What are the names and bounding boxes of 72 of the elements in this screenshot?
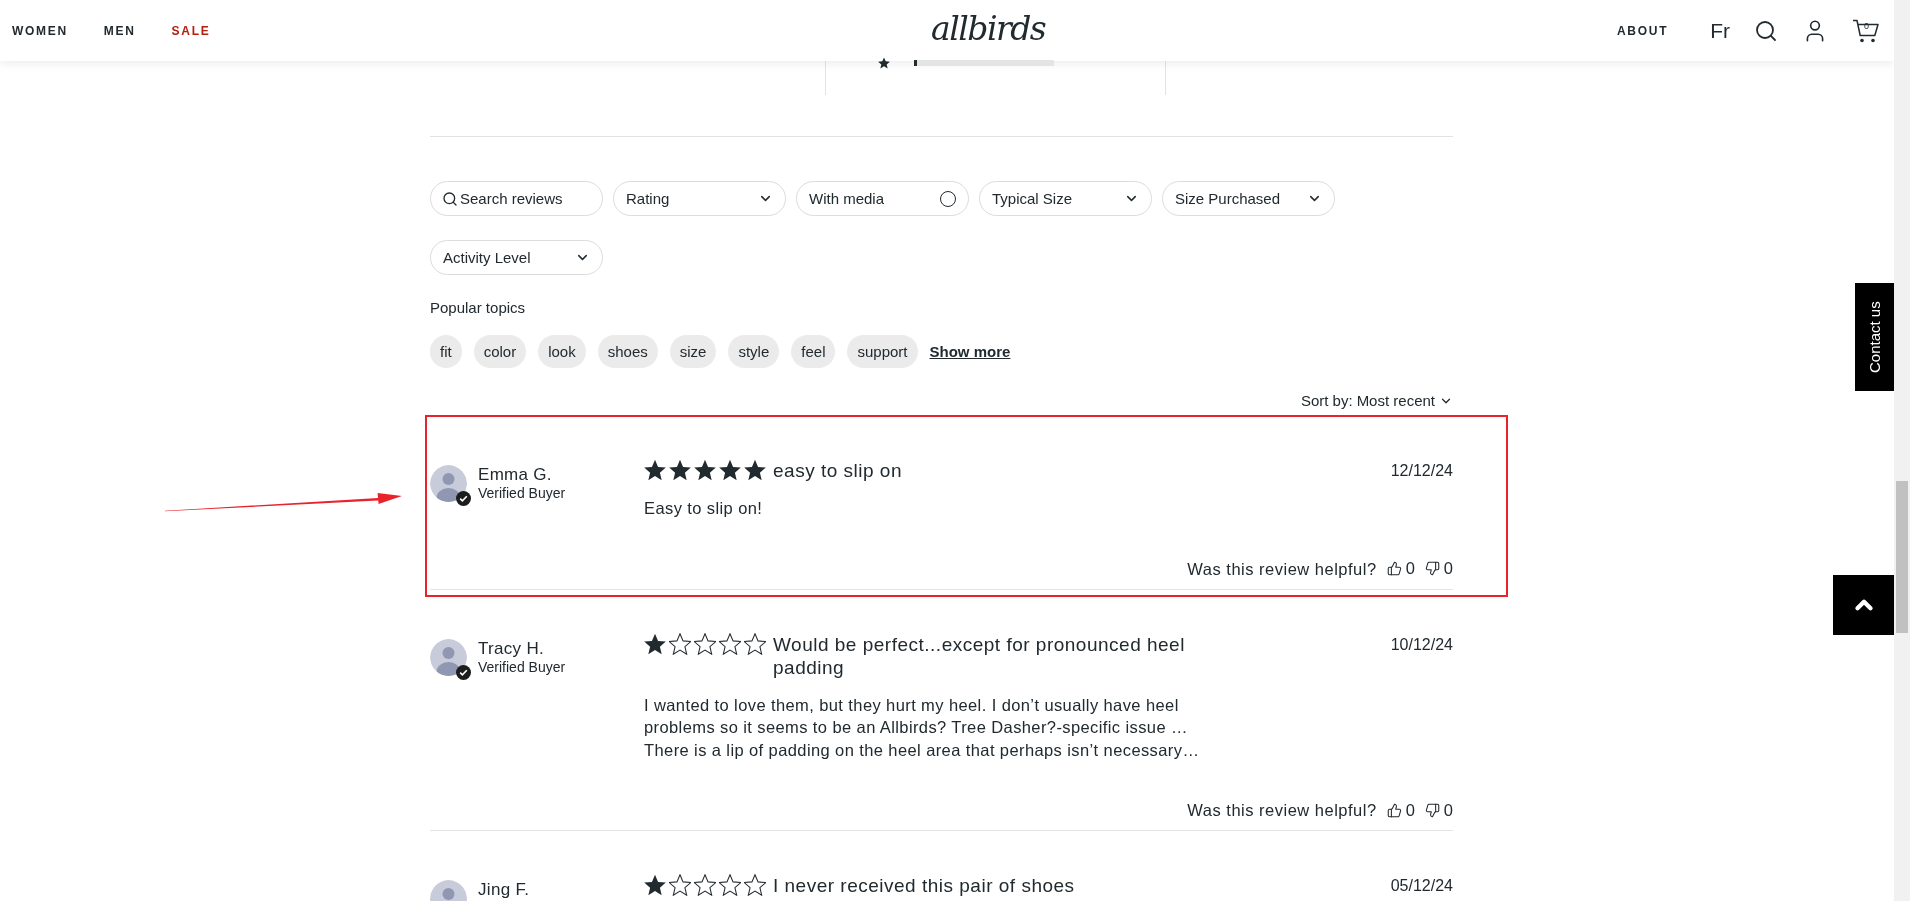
star-outline-icon — [669, 874, 691, 896]
topic-chip[interactable]: look — [538, 335, 586, 368]
filter-dropdown[interactable]: Typical Size — [979, 181, 1152, 216]
verified-buyer-label: Verified Buyer — [478, 484, 566, 503]
thumbs-down-icon — [1424, 802, 1440, 818]
star-filled-icon — [694, 459, 716, 481]
star-outline-icon — [719, 874, 741, 896]
star-filled-icon — [644, 874, 666, 896]
review-date: 10/12/24 — [1390, 634, 1453, 655]
filter-dropdown[interactable]: Size Purchased — [1162, 181, 1335, 216]
review-title: Would be perfect...except for pronounced heel padding — [773, 632, 1186, 679]
cart-count: 0 — [1864, 21, 1869, 31]
review-title: I never received this pair of shoes — [773, 874, 1075, 897]
star-outline-icon — [744, 874, 766, 896]
nav-link[interactable]: WOMEN — [12, 23, 68, 38]
thumbs-up-icon — [1386, 561, 1402, 576]
star-filled-icon — [744, 459, 766, 481]
search-icon — [442, 191, 458, 207]
helpful-question: Was this review helpful? — [1187, 800, 1377, 821]
reviewer-name: Tracy H. — [478, 638, 545, 658]
filter-dropdown[interactable]: Activity Level — [430, 240, 603, 275]
thumbs-up-icon — [1386, 802, 1402, 818]
thumbs-down-button[interactable]: 0 — [1424, 800, 1453, 820]
verified-buyer-label: Verified Buyer — [478, 657, 566, 677]
popular-topics-heading: Popular topics — [430, 299, 526, 317]
scrollbar-thumb[interactable] — [1896, 481, 1908, 633]
verified-check-icon — [456, 491, 471, 506]
review-title: easy to slip on — [773, 459, 902, 482]
topic-chip[interactable]: support — [847, 335, 918, 368]
sort-dropdown[interactable]: Sort by: Most recent — [1300, 392, 1453, 410]
search-field[interactable]: Search reviews — [430, 181, 603, 216]
back-to-top-button[interactable] — [1833, 575, 1894, 635]
topic-chip[interactable]: style — [728, 335, 780, 368]
star-filled-icon — [644, 459, 666, 481]
brand-logo[interactable]: allbirds — [927, 12, 1050, 49]
nav-link[interactable]: ABOUT — [1617, 23, 1669, 38]
show-more-link[interactable]: Show more — [929, 343, 1011, 360]
thumbs-up-button[interactable]: 0 — [1386, 559, 1415, 578]
topic-chip[interactable]: feel — [791, 335, 836, 368]
verified-check-icon — [456, 664, 471, 680]
search-icon[interactable] — [1754, 18, 1778, 43]
review-date: 12/12/24 — [1390, 461, 1453, 481]
helpful-question: Was this review helpful? — [1187, 558, 1377, 580]
star-filled-icon — [719, 459, 741, 481]
language-link[interactable]: Fr — [1710, 18, 1730, 43]
scrollbar[interactable] — [1894, 0, 1910, 901]
star-outline-icon — [694, 632, 716, 655]
star-outline-icon — [694, 874, 716, 896]
contact-tab[interactable]: Contact us — [1855, 283, 1894, 391]
thumbs-down-button[interactable]: 0 — [1424, 559, 1453, 578]
topic-chip[interactable]: fit — [430, 335, 462, 368]
reviewer-name: Emma G. — [478, 465, 553, 484]
review-text: Easy to slip on! — [644, 498, 764, 519]
star-filled-icon — [878, 57, 890, 69]
filter-dropdown[interactable]: Rating — [613, 181, 786, 216]
star-filled-icon — [644, 632, 666, 655]
star-outline-icon — [744, 632, 766, 655]
filter-toggle[interactable]: With media — [796, 181, 969, 216]
review-text: I wanted to love them, but they hurt my heel. I don’t usually have heel problems so it seems to be an Allbirds? Tree Dasher?-specific issue … There is a lip of padding on the heel area that perhaps isn’t necessary… — [644, 694, 1201, 761]
cart-icon[interactable] — [1852, 17, 1880, 44]
topic-chip[interactable]: color — [473, 335, 527, 368]
star-outline-icon — [719, 632, 741, 655]
topic-chip[interactable]: size — [669, 335, 717, 368]
star-outline-icon — [669, 632, 691, 655]
review-date: 05/12/24 — [1390, 876, 1453, 896]
reviewer-name: Jing F. — [478, 880, 530, 899]
star-filled-icon — [669, 459, 691, 481]
thumbs-down-icon — [1424, 561, 1440, 576]
topic-chip[interactable]: shoes — [597, 335, 658, 368]
nav-link[interactable]: SALE — [171, 23, 211, 38]
thumbs-up-button[interactable]: 0 — [1386, 800, 1415, 820]
nav-link[interactable]: MEN — [103, 23, 136, 38]
